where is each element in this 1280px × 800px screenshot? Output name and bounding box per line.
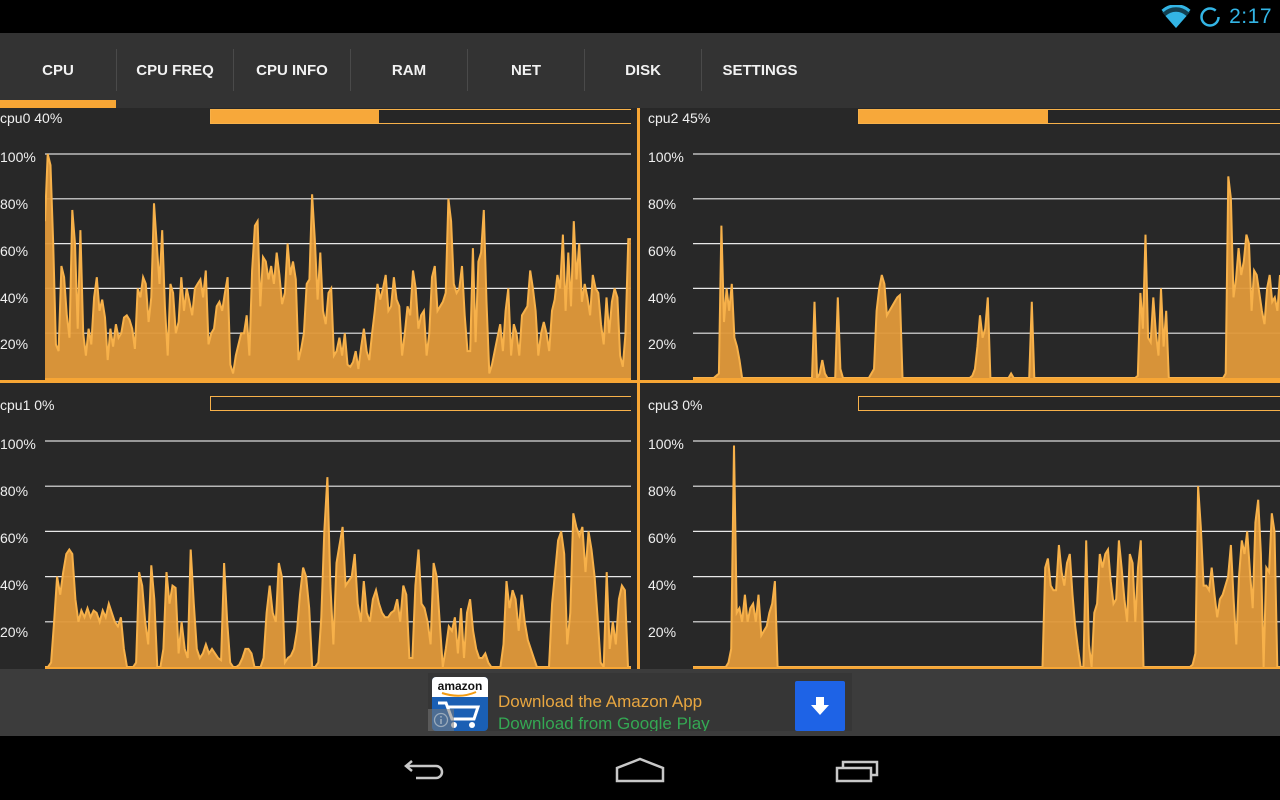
cpu0-panel: cpu0 40% 100% 80% 60% 40% 20% [0, 108, 637, 380]
download-arrow-icon [811, 697, 829, 715]
back-button[interactable] [394, 750, 454, 790]
ad-subtitle: Download from Google Play [498, 714, 710, 731]
ad-info-icon[interactable] [428, 709, 454, 731]
svg-text:amazon: amazon [438, 679, 483, 693]
cpu3-graph [693, 440, 1280, 669]
y-label-40: 40% [648, 290, 677, 306]
home-button[interactable] [610, 750, 670, 790]
y-label-60: 60% [0, 243, 29, 259]
cpu0-title: cpu0 40% [0, 110, 63, 126]
cpu3-title: cpu3 0% [648, 397, 703, 413]
home-icon [615, 757, 665, 783]
cpu1-graph [45, 440, 631, 669]
y-label-60: 60% [648, 530, 677, 546]
status-bar: 2:17 [0, 0, 1280, 33]
cpu3-usage-line [693, 445, 1280, 668]
cpu2-usage-bar [858, 109, 1280, 124]
tab-net[interactable]: NET [468, 33, 584, 108]
tab-cpu-freq[interactable]: CPU FREQ [117, 33, 233, 108]
y-label-40: 40% [0, 577, 29, 593]
vertical-divider [637, 108, 640, 669]
y-label-40: 40% [0, 290, 29, 306]
active-tab-indicator [0, 100, 116, 108]
tab-settings[interactable]: SETTINGS [702, 33, 818, 108]
cpu1-title: cpu1 0% [0, 397, 55, 413]
cpu3-panel: cpu3 0% 100% 80% 60% 40% 20% [640, 383, 1280, 669]
back-icon [404, 760, 444, 780]
recent-apps-icon [835, 760, 879, 783]
clock: 2:17 [1229, 5, 1272, 28]
cpu3-usage-area [693, 445, 1280, 667]
y-label-80: 80% [648, 483, 677, 499]
tab-cpu[interactable]: CPU [0, 33, 116, 108]
y-label-80: 80% [0, 196, 29, 212]
y-label-100: 100% [648, 436, 684, 452]
tab-disk[interactable]: DISK [585, 33, 701, 108]
y-label-40: 40% [648, 577, 677, 593]
y-label-20: 20% [648, 336, 677, 352]
cpu1-usage-bar [210, 396, 631, 411]
cpu2-usage-fill [859, 110, 1049, 123]
cpu0-usage-bar [210, 109, 631, 124]
y-label-60: 60% [0, 530, 29, 546]
cpu0-graph [45, 153, 631, 380]
navigation-bar [0, 736, 1280, 800]
cpu1-panel: cpu1 0% 100% 80% 60% 40% 20% [0, 383, 637, 669]
y-label-100: 100% [0, 149, 36, 165]
cpu3-usage-bar [858, 396, 1280, 411]
sync-icon [1200, 7, 1220, 27]
cpu2-panel: cpu2 45% 100% 80% 60% 40% 20% [640, 108, 1280, 380]
y-label-100: 100% [648, 149, 684, 165]
recent-apps-button[interactable] [827, 750, 887, 790]
y-label-60: 60% [648, 243, 677, 259]
cpu2-usage-area [693, 176, 1280, 378]
y-label-80: 80% [648, 196, 677, 212]
cpu-graphs-area: cpu0 40% 100% 80% 60% 40% 20% cpu2 45% 1… [0, 108, 1280, 669]
tab-cpu-info[interactable]: CPU INFO [234, 33, 350, 108]
ad-banner[interactable]: amazon Download the Amazon App Download … [428, 673, 852, 731]
ad-download-button[interactable] [795, 681, 845, 731]
y-label-20: 20% [0, 336, 29, 352]
horizontal-divider [0, 380, 1280, 383]
cpu1-usage-area [45, 477, 631, 667]
ad-title: Download the Amazon App [498, 692, 703, 711]
y-label-100: 100% [0, 436, 36, 452]
ad-bar: amazon Download the Amazon App Download … [0, 669, 1280, 736]
y-label-20: 20% [648, 624, 677, 640]
cpu0-usage-fill [211, 110, 379, 123]
y-label-80: 80% [0, 483, 29, 499]
tab-bar: CPU CPU FREQ CPU INFO RAM NET DISK SETTI… [0, 33, 1280, 108]
cpu2-graph [693, 153, 1280, 380]
cpu2-title: cpu2 45% [648, 110, 711, 126]
tab-ram[interactable]: RAM [351, 33, 467, 108]
y-label-20: 20% [0, 624, 29, 640]
wifi-icon [1161, 5, 1191, 29]
